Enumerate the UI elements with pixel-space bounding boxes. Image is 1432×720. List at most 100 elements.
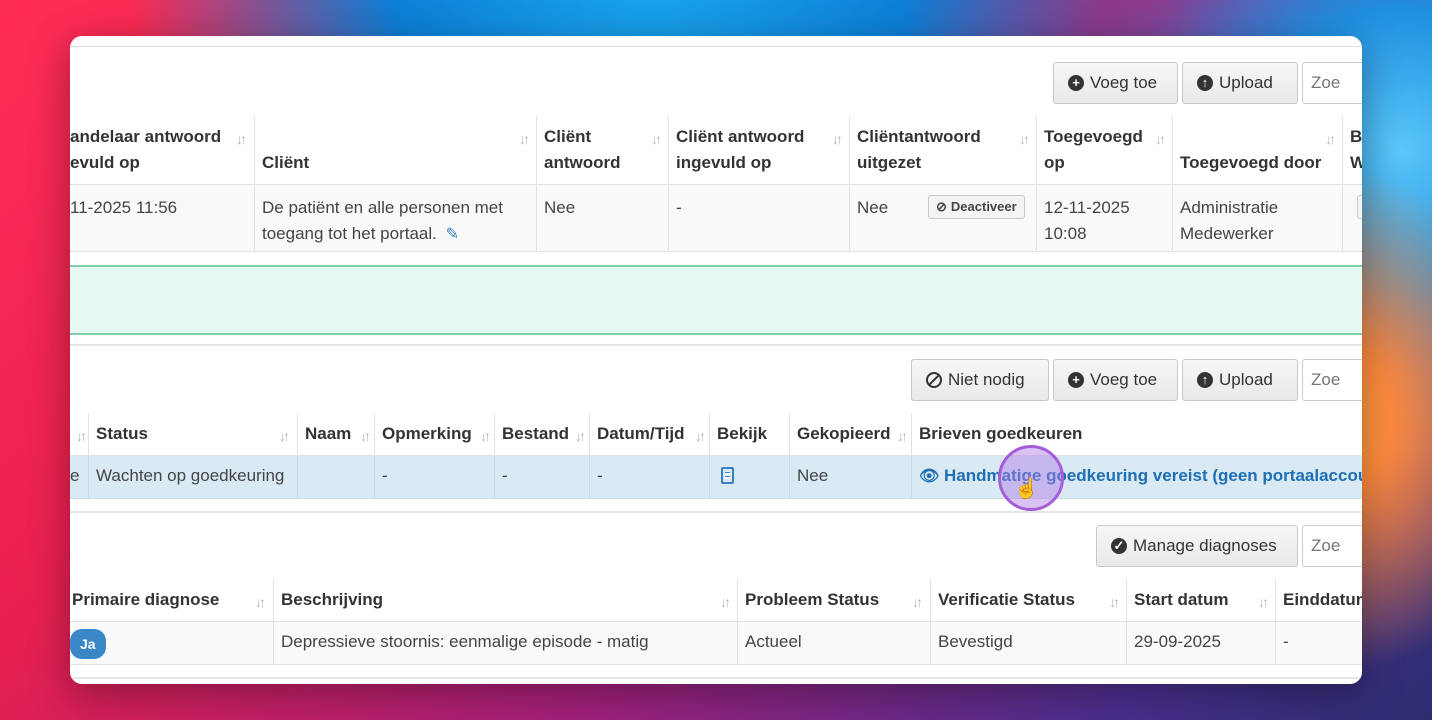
header-opmerking[interactable]: Opmerking ↓↑: [375, 413, 494, 455]
section-divider: [70, 344, 1362, 346]
header-einddatum[interactable]: Einddatum: [1276, 579, 1362, 621]
header-verificatie-status[interactable]: Verificatie Status ↓↑: [931, 579, 1127, 621]
table-header-section2: ↓↑ Status ↓↑ Naam ↓↑ Opmerking ↓↑ Bestand ↓↑…: [70, 413, 1362, 457]
cell-truncated: [1350, 185, 1362, 251]
header-primaire-diagnose[interactable]: Primaire diagnose ↓↑: [70, 579, 273, 621]
cell-primaire-diagnose: Ja: [70, 622, 273, 664]
success-band: [70, 265, 1362, 335]
sort-icon: ↓↑: [1258, 594, 1269, 610]
table-row[interactable]: e Wachten op goedkeuring - - - Nee 👁 Han…: [70, 456, 1362, 499]
cell-toegevoegd-door: Administratie Medewerker: [1180, 198, 1279, 243]
sort-icon: ↓↑: [651, 131, 662, 147]
cell-start-datum: 29-09-2025: [1134, 632, 1221, 651]
cell-status: Wachten op goedkeuring: [96, 466, 285, 485]
header-handelaar-antwoord[interactable]: andelaar antwoord evuld op ↓↑: [70, 116, 254, 184]
ban-icon: ⊘: [936, 199, 947, 214]
table-row: 11-2025 11:56 De patiënt en alle persone…: [70, 185, 1362, 252]
table-header-section3: Primaire diagnose ↓↑ Beschrijving ↓↑ Probl…: [70, 579, 1362, 623]
plus-circle-icon: +: [1068, 372, 1084, 388]
sort-icon: ↓↑: [1109, 594, 1120, 610]
cell-client: De patiënt en alle personen met toegang …: [262, 198, 503, 243]
sort-icon: ↓↑: [1019, 131, 1030, 147]
cell-opmerking: -: [382, 466, 388, 485]
cell-gekopieerd: Nee: [797, 466, 829, 485]
check-circle-icon: ✓: [1111, 538, 1127, 554]
header-gekopieerd[interactable]: Gekopieerd ↓↑: [790, 413, 911, 455]
cell-handelaar-date: 11-2025 11:56: [70, 198, 178, 217]
hand-cursor-icon: ☝: [1014, 478, 1039, 500]
manage-diagnoses-button[interactable]: ✓ Manage diagnoses: [1096, 525, 1298, 567]
upload-circle-icon: ↑: [1197, 75, 1213, 91]
sort-icon: ↓↑: [480, 428, 491, 444]
upload-button-section2[interactable]: ↑ Upload: [1182, 359, 1298, 401]
header-truncated[interactable]: BW: [1343, 116, 1362, 184]
sort-icon: ↓↑: [76, 428, 87, 444]
search-input-section2[interactable]: [1302, 359, 1362, 401]
cell-probleem-status: Actueel: [745, 632, 802, 651]
cell-clientantwoord-uitgezet: Nee ⊘ Deactiveer: [850, 185, 1037, 251]
table-header-section1: andelaar antwoord evuld op ↓↑ Cliënt ↓↑ Cli…: [70, 116, 1362, 186]
plus-circle-icon: +: [1068, 75, 1084, 91]
sort-icon: ↓↑: [360, 428, 371, 444]
cell-client-antwoord: Nee: [544, 198, 576, 217]
header-probleem-status[interactable]: Probleem Status ↓↑: [738, 579, 930, 621]
cell-beschrijving: Depressieve stoornis: eenmalige episode …: [281, 632, 649, 651]
deactivate-button[interactable]: ⊘ Deactiveer: [928, 195, 1025, 219]
cell-verificatie-status: Bevestigd: [938, 632, 1013, 651]
cell-bekijk: [710, 456, 789, 498]
header-client-antwoord-ingevuld[interactable]: Cliënt antwoord ingevuld op ↓↑: [669, 116, 850, 184]
header-brieven-goedkeuren[interactable]: Brieven goedkeuren: [912, 413, 1362, 455]
header-start-datum[interactable]: Start datum ↓↑: [1127, 579, 1276, 621]
add-button-section1[interactable]: + Voeg toe: [1053, 62, 1178, 104]
header-truncated-left: ↓↑: [70, 413, 88, 455]
cell-toegevoegd-op: 12-11-2025 10:08: [1044, 198, 1130, 243]
cell-einddatum: -: [1283, 632, 1289, 651]
sort-icon: ↓↑: [832, 131, 843, 147]
cell-truncated-left: e: [70, 466, 80, 485]
toolbar-section2: Niet nodig + Voeg toe ↑ Upload: [911, 359, 1362, 401]
add-button-section2[interactable]: + Voeg toe: [1053, 359, 1178, 401]
pencil-icon[interactable]: ✎: [446, 226, 459, 243]
app-window: + Voeg toe ↑ Upload andelaar antwoordevu…: [70, 36, 1362, 684]
header-toegevoegd-op[interactable]: Toegevoegd op ↓↑: [1037, 116, 1173, 184]
toolbar-section3: ✓ Manage diagnoses: [1096, 525, 1362, 567]
cell-client-antwoord-ingevuld: -: [676, 198, 682, 217]
cell-datum-tijd: -: [597, 466, 603, 485]
primary-badge: Ja: [70, 629, 106, 659]
sort-icon: ↓↑: [575, 428, 586, 444]
sort-icon: ↓↑: [720, 594, 731, 610]
document-icon[interactable]: [721, 467, 734, 484]
table-row: Ja Depressieve stoornis: eenmalige episo…: [70, 622, 1362, 665]
upload-circle-icon: ↑: [1197, 372, 1213, 388]
top-divider: [70, 46, 1362, 47]
cell-naam: [298, 456, 374, 498]
sort-icon: ↓↑: [1155, 131, 1166, 147]
sort-icon: ↓↑: [1325, 131, 1336, 147]
section-divider: [70, 677, 1362, 679]
header-client-antwoord[interactable]: Cliënt antwoord ↓↑: [537, 116, 669, 184]
header-clientantwoord-uitgezet[interactable]: Cliëntantwoord uitgezet ↓↑: [850, 116, 1037, 184]
toolbar-section1: + Voeg toe ↑ Upload: [1053, 62, 1362, 104]
sort-icon: ↓↑: [236, 131, 247, 147]
sort-icon: ↓↑: [519, 131, 530, 147]
header-beschrijving[interactable]: Beschrijving ↓↑: [274, 579, 738, 621]
section-divider: [70, 511, 1362, 513]
header-client[interactable]: Cliënt ↓↑: [255, 116, 537, 184]
sort-icon: ↓↑: [255, 594, 266, 610]
not-needed-button[interactable]: Niet nodig: [911, 359, 1049, 401]
header-status[interactable]: Status ↓↑: [89, 413, 297, 455]
header-bestand[interactable]: Bestand ↓↑: [495, 413, 589, 455]
manual-approval-link[interactable]: 👁 Handmatige goedkeuring vereist (geen p…: [919, 466, 1362, 485]
header-bekijk[interactable]: Bekijk: [710, 413, 789, 455]
sort-icon: ↓↑: [912, 594, 923, 610]
sort-icon: ↓↑: [279, 428, 290, 444]
ban-icon: [926, 372, 942, 388]
search-input-section1[interactable]: [1302, 62, 1362, 104]
header-naam[interactable]: Naam ↓↑: [298, 413, 374, 455]
header-datum-tijd[interactable]: Datum/Tijd ↓↑: [590, 413, 709, 455]
upload-button-section1[interactable]: ↑ Upload: [1182, 62, 1298, 104]
cell-brieven-goedkeuren: 👁 Handmatige goedkeuring vereist (geen p…: [912, 456, 1362, 498]
eye-icon: 👁: [919, 468, 940, 485]
header-toegevoegd-door[interactable]: Toegevoegd door ↓↑: [1173, 116, 1343, 184]
search-input-section3[interactable]: [1302, 525, 1362, 567]
